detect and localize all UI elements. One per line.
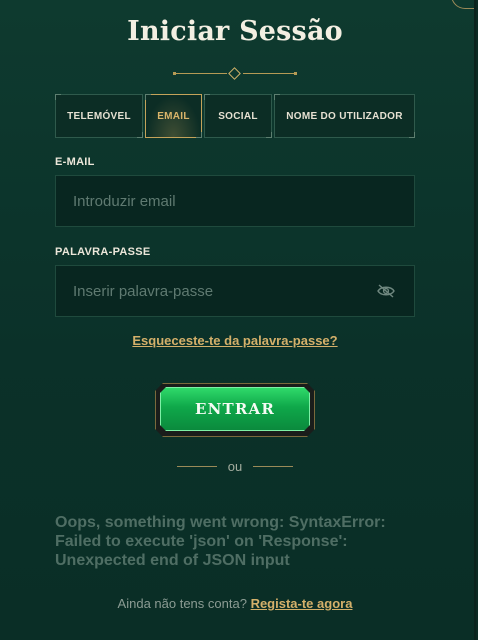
- password-field[interactable]: [56, 266, 414, 316]
- submit-button-frame: ENTRAR: [155, 383, 315, 437]
- email-field-box: [55, 175, 415, 227]
- signup-link[interactable]: Regista-te agora: [251, 596, 353, 611]
- password-field-box: [55, 265, 415, 317]
- forgot-password-link[interactable]: Esqueceste-te da palavra-passe?: [0, 333, 470, 348]
- tab-label: NOME DO UTILIZADOR: [286, 110, 403, 122]
- signup-text: Ainda não tens conta?: [117, 596, 247, 611]
- eye-slash-icon[interactable]: [377, 284, 395, 298]
- email-field[interactable]: [56, 176, 414, 226]
- error-message: Oops, something went wrong: SyntaxError:…: [55, 514, 386, 569]
- tab-phone[interactable]: TELEMÓVEL: [55, 94, 143, 138]
- tab-label: TELEMÓVEL: [67, 110, 131, 122]
- login-method-tabs: TELEMÓVEL EMAIL SOCIAL NOME DO UTILIZADO…: [55, 94, 415, 138]
- tab-label: EMAIL: [157, 110, 190, 122]
- corner-ornament: [451, 0, 474, 9]
- email-label: E-MAIL: [55, 156, 95, 168]
- diamond-icon: [228, 67, 241, 80]
- title-divider: [173, 67, 297, 80]
- page-title: Iniciar Sessão: [127, 16, 343, 47]
- tab-social[interactable]: SOCIAL: [204, 94, 272, 138]
- signup-prompt: Ainda não tens conta? Regista-te agora: [0, 596, 470, 611]
- login-panel: Iniciar Sessão TELEMÓVEL EMAIL SOCIAL NO…: [0, 0, 476, 640]
- submit-button[interactable]: ENTRAR: [160, 387, 310, 431]
- or-divider: ou: [175, 459, 295, 475]
- tab-email[interactable]: EMAIL: [145, 94, 202, 138]
- password-label: PALAVRA-PASSE: [55, 246, 151, 258]
- tab-label: SOCIAL: [218, 110, 258, 122]
- tab-username[interactable]: NOME DO UTILIZADOR: [274, 94, 415, 138]
